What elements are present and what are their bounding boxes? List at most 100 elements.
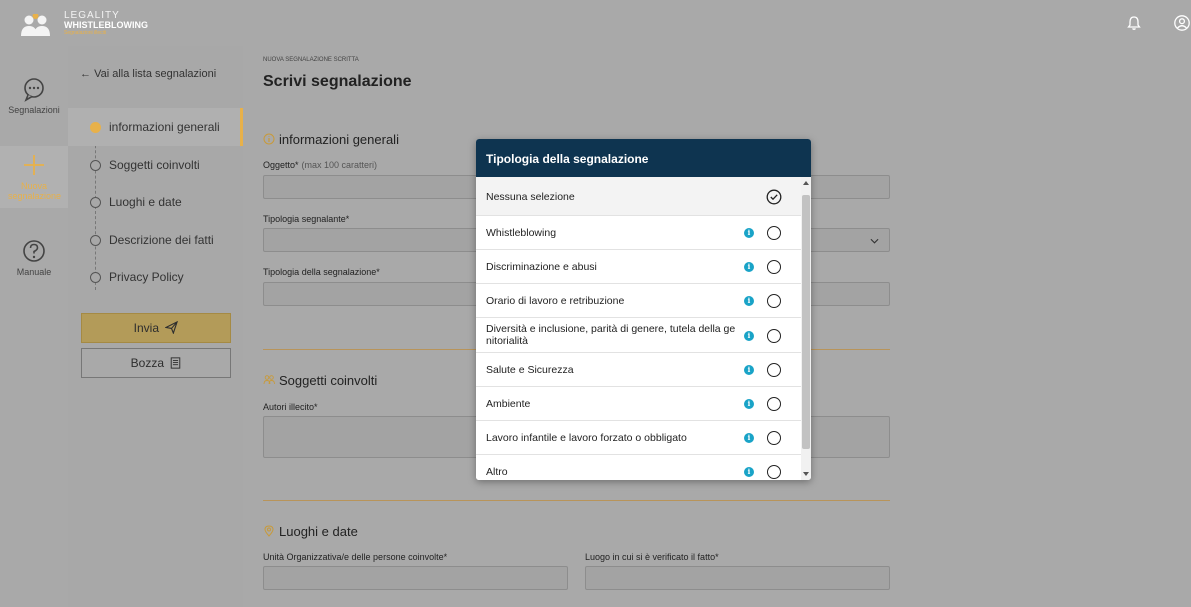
option-label: Whistleblowing [486,227,557,239]
section-title-general: informazioni generali [263,132,399,147]
option-lavoro-infantile[interactable]: Lavoro infantile e lavoro forzato o obbl… [476,421,801,455]
people-icon [263,375,275,385]
step-informazioni-generali[interactable]: informazioni generali [68,108,243,146]
option-label: Diversità e inclusione, parità di genere… [486,323,736,347]
oggetto-label-text: Oggetto* [263,160,299,170]
user-circle-icon[interactable] [1173,14,1191,32]
option-label: Lavoro infantile e lavoro forzato o obbl… [486,432,687,444]
option-salute-sicurezza[interactable]: Salute e Sicurezza i [476,353,801,387]
back-link-label: Vai alla lista segnalazioni [94,68,217,80]
step-luoghi-e-date[interactable]: Luoghi e date [68,183,243,221]
radio-icon[interactable] [767,431,781,445]
location-pin-icon [264,525,274,537]
unita-input[interactable] [263,566,568,590]
scroll-down-icon[interactable] [803,472,809,476]
breadcrumb: NUOVA SEGNALAZIONE SCRITTA [263,57,359,63]
logo-line2: WHISTLEBLOWING [64,20,148,30]
step-descrizione-dei-fatti[interactable]: Descrizione dei fatti [68,221,243,259]
logo[interactable]: LEGALITY WHISTLEBLOWING Segnalazioni ill… [20,8,150,38]
modal-title: Tipologia della segnalazione [476,139,811,177]
step-dot [90,272,101,283]
page-title: Scrivi segnalazione [263,73,412,90]
back-link[interactable]: ← Vai alla lista segnalazioni [80,68,216,80]
radio-icon[interactable] [767,260,781,274]
rail-item-nuova-segnalazione[interactable]: Nuova segnalazione [0,146,68,208]
chat-bubble-icon [24,78,44,102]
left-rail: Segnalazioni Nuova segnalazione Manuale [0,46,68,607]
radio-icon[interactable] [767,329,781,343]
bozza-button[interactable]: Bozza [81,348,231,378]
section-title-label: Luoghi e date [279,524,358,539]
option-label: Orario di lavoro e retribuzione [486,295,625,307]
send-icon [164,320,179,335]
radio-icon[interactable] [767,226,781,240]
info-icon[interactable]: i [744,365,754,375]
section-title-label: Soggetti coinvolti [279,373,378,388]
option-label: Nessuna selezione [486,191,575,203]
rail-item-segnalazioni[interactable]: Segnalazioni [0,76,68,121]
option-whistleblowing[interactable]: Whistleblowing i [476,216,801,250]
people-logo-icon [21,14,50,36]
option-discriminazione[interactable]: Discriminazione e abusi i [476,250,801,284]
step-dot [90,235,101,246]
radio-icon[interactable] [767,294,781,308]
plus-icon [24,155,44,175]
scroll-up-icon[interactable] [803,181,809,185]
step-dot [90,160,101,171]
option-label: Salute e Sicurezza [486,364,574,376]
info-icon[interactable]: i [744,467,754,477]
step-soggetti-coinvolti[interactable]: Soggetti coinvolti [68,146,243,184]
info-icon[interactable]: i [744,399,754,409]
section-title-luoghi: Luoghi e date [263,524,358,539]
info-icon[interactable]: i [744,262,754,272]
oggetto-hint: (max 100 caratteri) [301,160,378,170]
top-bar: LEGALITY WHISTLEBLOWING Segnalazioni ill… [0,0,1191,46]
rail-item-manuale[interactable]: Manuale [0,238,68,283]
autori-label: Autori illecito* [263,402,318,412]
option-nessuna-selezione[interactable]: Nessuna selezione [476,177,801,216]
invia-label: Invia [133,321,159,335]
rail-label: Nuova segnalazione [8,181,62,201]
radio-icon[interactable] [767,397,781,411]
step-label: Descrizione dei fatti [109,233,214,247]
tipologia-segnalazione-label: Tipologia della segnalazione* [263,267,380,277]
rail-label: Segnalazioni [8,105,60,115]
bozza-label: Bozza [130,356,164,370]
step-label: Luoghi e date [109,195,182,209]
step-label: informazioni generali [109,120,220,134]
question-icon [23,240,45,262]
step-dot [90,197,101,208]
option-label: Discriminazione e abusi [486,261,597,273]
radio-icon[interactable] [767,465,781,479]
option-orario-lavoro[interactable]: Orario di lavoro e retribuzione i [476,284,801,318]
tipologia-modal: Tipologia della segnalazione Nessuna sel… [476,139,811,480]
chevron-down-icon [870,238,879,244]
invia-button[interactable]: Invia [81,313,231,343]
modal-scrollbar[interactable] [801,177,811,480]
option-ambiente[interactable]: Ambiente i [476,387,801,421]
logo-line3: Segnalazioni illeciti [64,30,107,36]
scrollbar-thumb[interactable] [802,195,810,449]
info-icon[interactable]: i [744,331,754,341]
rail-label: Manuale [16,267,52,277]
info-icon[interactable]: i [744,228,754,238]
luogo-label: Luogo in cui si è verificato il fatto* [585,552,719,562]
option-diversita-inclusione[interactable]: Diversità e inclusione, parità di genere… [476,318,801,353]
info-circle-icon [263,133,275,145]
bell-icon[interactable] [1125,14,1143,32]
unita-label: Unità Organizzativa/e delle persone coin… [263,552,448,562]
luogo-input[interactable] [585,566,890,590]
info-icon[interactable]: i [744,433,754,443]
document-icon [171,357,181,369]
info-icon[interactable]: i [744,296,754,306]
step-label: Privacy Policy [109,270,184,284]
step-privacy-policy[interactable]: Privacy Policy [68,258,243,296]
option-label: Ambiente [486,398,531,410]
tipologia-segnalante-label: Tipologia segnalante* [263,214,350,224]
option-label: Altro [486,466,508,478]
steps-sidebar: ← Vai alla lista segnalazioni informazio… [68,46,243,607]
option-altro[interactable]: Altro i [476,455,801,480]
step-dot [90,122,101,133]
step-label: Soggetti coinvolti [109,158,200,172]
radio-icon[interactable] [767,363,781,377]
